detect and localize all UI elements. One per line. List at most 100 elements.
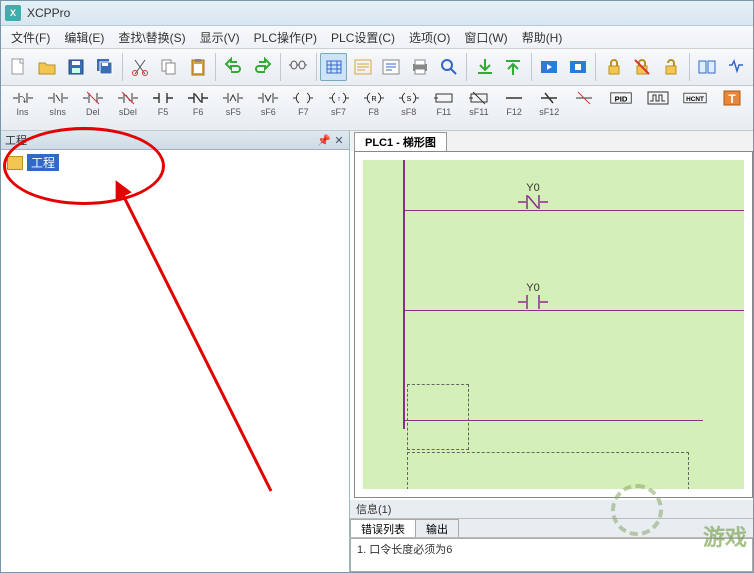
copy-button[interactable] (156, 53, 183, 81)
compare-button[interactable] (693, 53, 720, 81)
tree-root-item[interactable]: 工程 (7, 154, 343, 171)
svg-text:⤵: ⤵ (19, 96, 26, 104)
menu-view[interactable]: 显示(V) (194, 27, 246, 48)
redo-button[interactable] (249, 53, 276, 81)
menu-plcset[interactable]: PLC设置(C) (325, 27, 401, 48)
fn-hdel[interactable] (569, 88, 600, 109)
fn-f7[interactable]: F7 (288, 88, 319, 118)
menu-help[interactable]: 帮助(H) (516, 27, 569, 48)
new-button[interactable] (5, 53, 32, 81)
body: 工程 📌 ✕ 工程 PLC1 - 梯形图 (1, 131, 753, 572)
folder-icon (7, 156, 23, 170)
mnemonic-view-button[interactable] (349, 53, 376, 81)
info-header: 信息(1) (350, 500, 753, 519)
error-line-1: 1. 口令长度必须为6 (357, 541, 746, 557)
menu-plcop[interactable]: PLC操作(P) (248, 27, 323, 48)
find-button[interactable] (285, 53, 312, 81)
fn-del[interactable]: Del (77, 88, 108, 118)
fn-sf5[interactable]: sF5 (218, 88, 249, 118)
tree-root-label: 工程 (27, 154, 59, 171)
project-tree[interactable]: 工程 (1, 150, 349, 572)
fn-sf12[interactable]: sF12 (534, 88, 565, 118)
svg-text:↑: ↑ (337, 96, 341, 103)
main-panel: PLC1 - 梯形图 Y0 Y0 (350, 131, 753, 572)
fn-label: F7 (298, 108, 309, 117)
undo-button[interactable] (220, 53, 247, 81)
fn-pulse[interactable] (642, 88, 673, 109)
fn-f11[interactable]: F11 (428, 88, 459, 118)
menu-find[interactable]: 查找\替换(S) (112, 27, 191, 48)
ladder-canvas[interactable]: Y0 Y0 (363, 160, 744, 489)
menu-file[interactable]: 文件(F) (5, 27, 56, 48)
branch-box-2 (407, 452, 689, 489)
stop-button[interactable] (565, 53, 592, 81)
fn-label: sF11 (469, 108, 488, 117)
print-button[interactable] (407, 53, 434, 81)
main-toolbar (1, 49, 753, 86)
info-tabs: 错误列表 输出 (350, 519, 753, 538)
fn-f12[interactable]: F12 (499, 88, 530, 118)
fn-sdel[interactable]: sDel (112, 88, 143, 118)
contact-y0-no[interactable]: Y0 (518, 282, 548, 312)
monitor-button[interactable] (722, 53, 749, 81)
pin-icon[interactable]: 📌 (317, 134, 329, 147)
fn-sf7[interactable]: ↑ sF7 (323, 88, 354, 118)
tab-output[interactable]: 输出 (415, 519, 459, 537)
function-bar: ⤵ Ins sIns Del sDel F5 F6 sF5 sF6 F7 ↑ sF7… (1, 86, 753, 131)
tab-errors[interactable]: 错误列表 (350, 519, 416, 537)
menu-option[interactable]: 选项(O) (403, 27, 456, 48)
svg-text:PID: PID (615, 94, 628, 103)
fn-label: sF8 (401, 108, 416, 117)
fn-label: sDel (119, 108, 137, 117)
fn-label: F11 (436, 108, 451, 117)
fn-t[interactable]: T (716, 88, 747, 109)
fn-label: Ins (17, 108, 29, 117)
close-icon[interactable]: ✕ (333, 134, 345, 147)
ladder-editor[interactable]: Y0 Y0 (354, 151, 753, 498)
lockopen-button[interactable] (658, 53, 685, 81)
info-body: 1. 口令长度必须为6 (350, 538, 753, 572)
fn-f8[interactable]: R F8 (358, 88, 389, 118)
run-button[interactable] (536, 53, 563, 81)
svg-text:T: T (728, 92, 736, 106)
ladder-view-button[interactable] (320, 53, 347, 81)
fn-label: sF6 (261, 108, 276, 117)
fn-f5[interactable]: F5 (147, 88, 178, 118)
fn-pid[interactable]: PID (604, 88, 639, 109)
fn-label: F8 (368, 108, 379, 117)
save-button[interactable] (63, 53, 90, 81)
comment-button[interactable] (378, 53, 405, 81)
svg-text:HCNT: HCNT (686, 96, 704, 103)
menu-window[interactable]: 窗口(W) (458, 27, 513, 48)
fn-label: sF7 (331, 108, 346, 117)
window-title: XCPPro (27, 6, 70, 20)
unlock-button[interactable] (629, 53, 656, 81)
fn-sf6[interactable]: sF6 (253, 88, 284, 118)
lock-button[interactable] (600, 53, 627, 81)
fn-label: sF5 (226, 108, 241, 117)
saveall-button[interactable] (91, 53, 118, 81)
paste-button[interactable] (185, 53, 212, 81)
check-button[interactable] (436, 53, 463, 81)
fn-ins[interactable]: ⤵ Ins (7, 88, 38, 118)
project-panel: 工程 📌 ✕ 工程 (1, 131, 350, 572)
tab-plc1[interactable]: PLC1 - 梯形图 (354, 132, 447, 151)
upload-button[interactable] (500, 53, 527, 81)
open-button[interactable] (34, 53, 61, 81)
fn-hcnt[interactable]: HCNT (678, 88, 713, 109)
editor-tabs: PLC1 - 梯形图 (350, 131, 753, 151)
contact-y0-nc[interactable]: Y0 (518, 182, 548, 212)
fn-sf11[interactable]: sF11 (463, 88, 494, 118)
fn-sins[interactable]: sIns (42, 88, 73, 118)
fn-f6[interactable]: F6 (183, 88, 214, 118)
fn-sf8[interactable]: SsF8 (393, 88, 424, 118)
svg-text:R: R (371, 96, 376, 103)
fn-label: F6 (193, 108, 204, 117)
cut-button[interactable] (127, 53, 154, 81)
branch-box (407, 384, 469, 450)
menu-edit[interactable]: 编辑(E) (58, 27, 110, 48)
fn-label: sIns (49, 108, 66, 117)
project-panel-title: 工程 (5, 132, 27, 148)
download-button[interactable] (471, 53, 498, 81)
project-panel-header: 工程 📌 ✕ (1, 131, 349, 150)
